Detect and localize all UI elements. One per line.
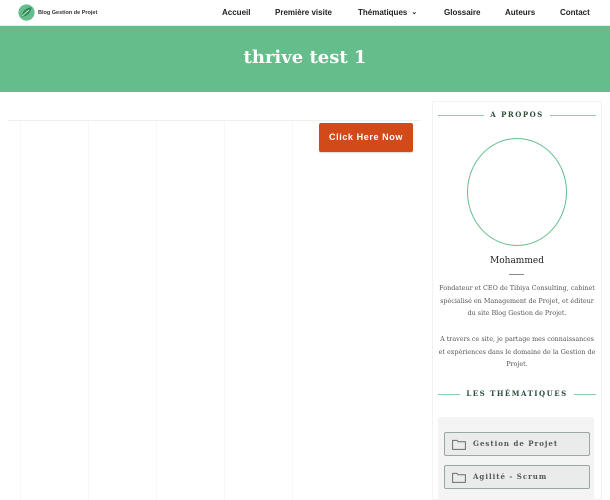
about-heading: A PROPOS <box>438 110 596 120</box>
grid-guide <box>88 122 89 500</box>
topic-gestion-de-projet[interactable]: Gestion de Projet <box>444 432 590 456</box>
grid-guide <box>20 122 21 500</box>
avatar <box>467 138 567 246</box>
nav-auteurs[interactable]: Auteurs <box>505 0 535 26</box>
author-bio-2: A travers ce site, je partage mes connai… <box>438 335 596 368</box>
topics-heading: LES THÉMATIQUES <box>438 389 596 399</box>
grid-guide <box>292 122 293 500</box>
grid-guide <box>156 122 157 500</box>
site-logo[interactable]: Blog Gestion de Projet <box>18 4 97 21</box>
page-title: thrive test 1 <box>243 47 367 68</box>
click-here-now-button[interactable]: Click Here Now <box>319 123 413 152</box>
nav-accueil[interactable]: Accueil <box>222 0 250 26</box>
logo-text: Blog Gestion de Projet <box>38 9 98 16</box>
chevron-down-icon: ⌄ <box>411 9 418 16</box>
nav-thematiques[interactable]: Thématiques ⌄ <box>358 0 417 26</box>
topic-label: Agilité - Scrum <box>473 472 548 481</box>
grid-guide <box>224 122 225 500</box>
folder-icon <box>452 472 466 483</box>
nav-contact[interactable]: Contact <box>560 0 590 26</box>
about-heading-text: A PROPOS <box>490 110 544 119</box>
author-name[interactable]: Mohammed <box>438 256 596 266</box>
content-divider <box>8 120 420 121</box>
leaf-logo-icon <box>18 4 35 21</box>
topic-label: Gestion de Projet <box>473 439 559 448</box>
author-bio: Fondateur et CEO de Tibiya Consulting, c… <box>439 284 595 317</box>
nav-thematiques-label: Thématiques <box>358 8 408 17</box>
name-divider <box>509 274 524 275</box>
topics-heading-text: LES THÉMATIQUES <box>466 389 568 398</box>
topic-agilite-scrum[interactable]: Agilité - Scrum <box>444 465 590 489</box>
site-header: Blog Gestion de Projet Accueil Première … <box>0 0 610 26</box>
folder-icon <box>452 439 466 450</box>
nav-premiere-visite[interactable]: Première visite <box>275 0 332 26</box>
nav-glossaire[interactable]: Glossaire <box>444 0 480 26</box>
